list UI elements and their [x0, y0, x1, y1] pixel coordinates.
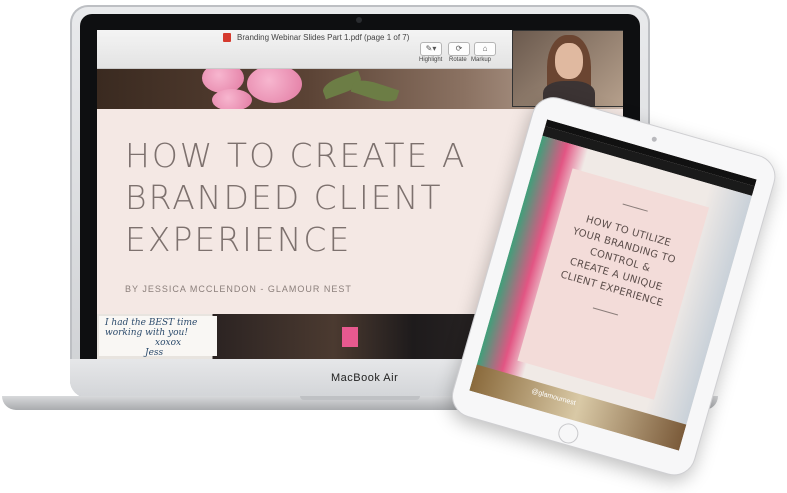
rotate-button[interactable]: ⟳	[448, 42, 470, 56]
card-line: I had the BEST time	[105, 318, 198, 328]
peony-image	[212, 89, 252, 111]
markup-label: Markup	[471, 57, 492, 63]
slide-byline: BY JESSICA MCCLENDON - GLAMOUR NEST	[125, 284, 352, 294]
card-handwriting: I had the BEST time working with you! xo…	[105, 318, 197, 358]
webcam-icon	[356, 17, 362, 23]
card-line: working with you!	[105, 328, 188, 338]
markup-button[interactable]: ⌂	[474, 42, 496, 56]
business-card	[342, 327, 358, 347]
pen-icon: ✎▾	[425, 44, 437, 53]
rotate-label: Rotate	[449, 57, 467, 63]
pdf-file-icon	[223, 33, 231, 42]
document-title: Branding Webinar Slides Part 1.pdf (page…	[237, 33, 410, 42]
presenter-video	[512, 30, 623, 107]
laptop-notch	[300, 396, 420, 400]
highlight-label: Highlight	[419, 57, 443, 63]
toolbox-icon: ⌂	[482, 44, 488, 53]
presenter-face	[555, 43, 583, 79]
rotate-icon: ⟳	[455, 44, 463, 53]
thank-you-card: I had the BEST time working with you! xo…	[99, 316, 217, 358]
card-line: xoxox	[155, 338, 182, 348]
laptop-brand: MacBook Air	[331, 372, 399, 384]
card-line: Jess	[145, 348, 164, 358]
highlight-button[interactable]: ✎▾	[420, 42, 442, 56]
